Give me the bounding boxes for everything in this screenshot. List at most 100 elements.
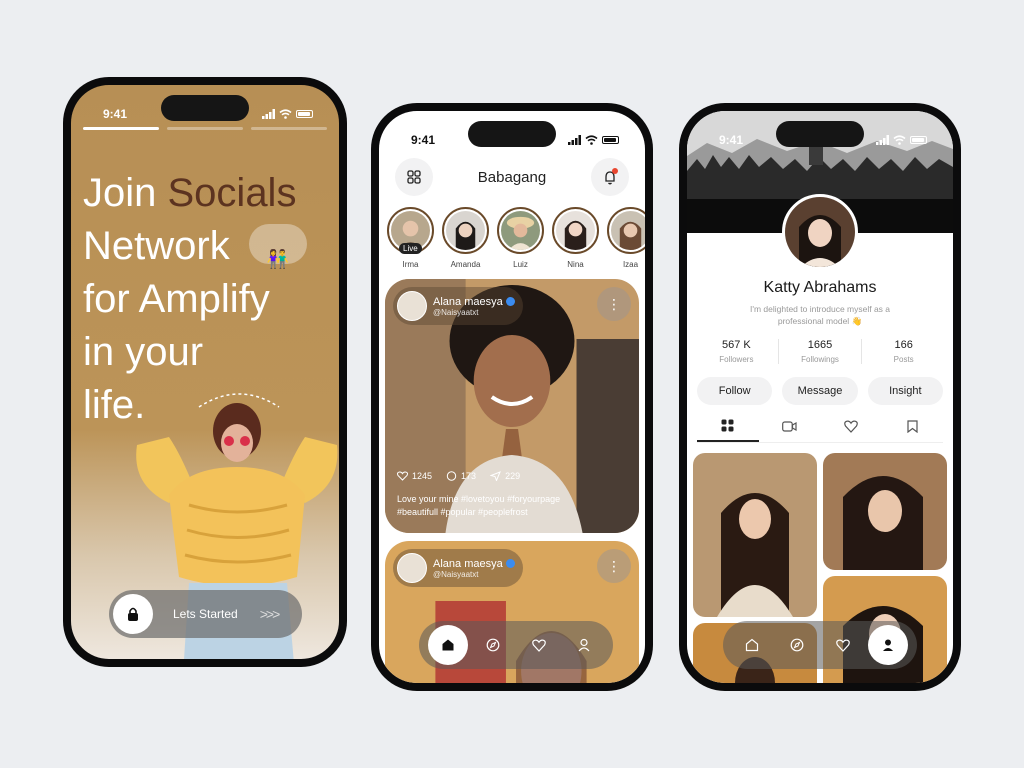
story-amanda[interactable]: Amanda bbox=[442, 207, 489, 269]
feed-screen: 9:41 Babagang Live Irma Amanda Luiz Nina… bbox=[379, 111, 645, 683]
story-name: Izaa bbox=[622, 260, 639, 269]
heart-icon bbox=[843, 420, 858, 433]
story-name: Irma bbox=[402, 260, 419, 269]
followings-count: 1665 bbox=[807, 339, 833, 351]
headline-line-3: for Amplify bbox=[83, 277, 270, 321]
user-icon bbox=[578, 638, 590, 652]
dynamic-island bbox=[161, 95, 249, 121]
more-vertical-icon: ⋮ bbox=[607, 557, 621, 574]
post-author-chip[interactable]: Alana maesya @Naisyaatxt bbox=[393, 549, 523, 587]
headline-join: Join bbox=[83, 171, 168, 215]
story-name: Amanda bbox=[450, 260, 481, 269]
live-badge: Live bbox=[399, 243, 422, 254]
profile-avatar[interactable] bbox=[782, 194, 858, 270]
nav-explore[interactable] bbox=[473, 625, 513, 665]
story-luiz[interactable]: Luiz bbox=[497, 207, 544, 269]
nav-favorites[interactable] bbox=[823, 625, 863, 665]
like-button[interactable]: 1245 bbox=[397, 471, 432, 481]
grid-photo[interactable] bbox=[693, 453, 817, 617]
profile-actions: Follow Message Insight bbox=[697, 377, 943, 405]
send-icon bbox=[490, 471, 501, 481]
tab-liked[interactable] bbox=[820, 411, 882, 442]
compass-icon bbox=[790, 638, 804, 652]
comment-button[interactable]: 173 bbox=[446, 471, 476, 481]
profile-name: Katty Abrahams bbox=[763, 279, 877, 296]
nav-profile[interactable] bbox=[868, 625, 909, 665]
story-nina[interactable]: Nina bbox=[552, 207, 599, 269]
photo-thumbnail bbox=[823, 453, 947, 570]
author-name: Alana maesya bbox=[433, 557, 503, 570]
compass-icon bbox=[486, 638, 500, 652]
video-icon bbox=[781, 421, 797, 432]
post-more-button[interactable]: ⋮ bbox=[597, 549, 631, 583]
story-izaa[interactable]: Izaa bbox=[607, 207, 645, 269]
wifi-icon bbox=[893, 135, 906, 145]
message-button[interactable]: Message bbox=[782, 377, 858, 405]
followers-label: Followers bbox=[719, 355, 754, 364]
tab-videos[interactable] bbox=[759, 411, 821, 442]
notifications-button[interactable] bbox=[591, 158, 629, 196]
grid-photo[interactable] bbox=[823, 453, 947, 570]
story-avatar bbox=[556, 211, 595, 250]
stories-row: Live Irma Amanda Luiz Nina Izaa bbox=[387, 207, 645, 269]
wifi-icon bbox=[585, 135, 598, 145]
onboarding-phone: 9:41 Join Socials Network 👫 for Amplify … bbox=[63, 77, 347, 667]
headline-line-4: in your bbox=[83, 330, 204, 374]
more-vertical-icon: ⋮ bbox=[607, 295, 621, 312]
story-avatar bbox=[446, 211, 485, 250]
home-icon bbox=[745, 638, 758, 652]
people-icon: 👫 bbox=[266, 249, 290, 270]
status-time: 9:41 bbox=[103, 107, 128, 121]
nav-home[interactable] bbox=[732, 625, 772, 665]
menu-grid-button[interactable] bbox=[395, 158, 433, 196]
profile-tabs bbox=[697, 411, 943, 443]
posts-stat[interactable]: 166 Posts bbox=[862, 339, 945, 364]
nav-profile[interactable] bbox=[564, 625, 604, 665]
followings-label: Followings bbox=[801, 355, 839, 364]
signal-icon bbox=[568, 135, 581, 145]
tab-posts-grid[interactable] bbox=[697, 411, 759, 442]
lets-started-button[interactable]: Lets Started >>> bbox=[109, 590, 302, 638]
post-author-chip[interactable]: Alana maesya @Naisyaatxt bbox=[393, 287, 523, 325]
profile-phone: 9:41 Katty Abrahams I'm delighted to int… bbox=[679, 103, 961, 691]
insight-button[interactable]: Insight bbox=[867, 377, 943, 405]
feed-header: Babagang bbox=[395, 157, 629, 197]
profile-stats: 567 K Followers 1665 Followings 166 Post… bbox=[695, 339, 945, 364]
headline-line-2: Network bbox=[83, 224, 230, 268]
share-button[interactable]: 229 bbox=[490, 471, 520, 481]
follow-button[interactable]: Follow bbox=[697, 377, 773, 405]
user-icon bbox=[883, 639, 894, 651]
tab-saved[interactable] bbox=[882, 411, 944, 442]
author-avatar bbox=[397, 553, 427, 583]
dynamic-island bbox=[468, 121, 556, 147]
nav-favorites[interactable] bbox=[519, 625, 559, 665]
people-emoji-badge: 👫 bbox=[248, 224, 307, 269]
battery-icon bbox=[602, 136, 619, 144]
story-irma[interactable]: Live Irma bbox=[387, 207, 434, 269]
post-stats: 1245 173 229 bbox=[397, 471, 520, 481]
author-handle: @Naisyaatxt bbox=[433, 569, 479, 579]
post-more-button[interactable]: ⋮ bbox=[597, 287, 631, 321]
verified-icon bbox=[505, 297, 515, 306]
story-avatar bbox=[611, 211, 645, 250]
posts-label: Posts bbox=[893, 355, 914, 364]
onboarding-screen: 9:41 Join Socials Network 👫 for Amplify … bbox=[71, 85, 339, 659]
heart-icon bbox=[531, 639, 546, 652]
followers-stat[interactable]: 567 K Followers bbox=[695, 339, 779, 364]
followings-stat[interactable]: 1665 Followings bbox=[779, 339, 863, 364]
signal-icon bbox=[262, 109, 275, 119]
share-count: 229 bbox=[505, 471, 521, 481]
verified-icon bbox=[505, 559, 515, 568]
feed-post[interactable]: Alana maesya @Naisyaatxt ⋮ 1245 173 229 … bbox=[385, 279, 639, 533]
lock-icon bbox=[113, 594, 153, 634]
nav-explore[interactable] bbox=[777, 625, 817, 665]
home-icon bbox=[442, 639, 454, 651]
like-count: 1245 bbox=[412, 471, 433, 481]
status-time: 9:41 bbox=[719, 133, 744, 147]
status-time: 9:41 bbox=[411, 133, 436, 147]
headline-accent: Socials bbox=[167, 171, 297, 215]
story-avatar bbox=[501, 211, 540, 250]
grid-icon bbox=[407, 170, 421, 184]
grid-icon bbox=[721, 419, 734, 432]
nav-home[interactable] bbox=[427, 625, 468, 665]
